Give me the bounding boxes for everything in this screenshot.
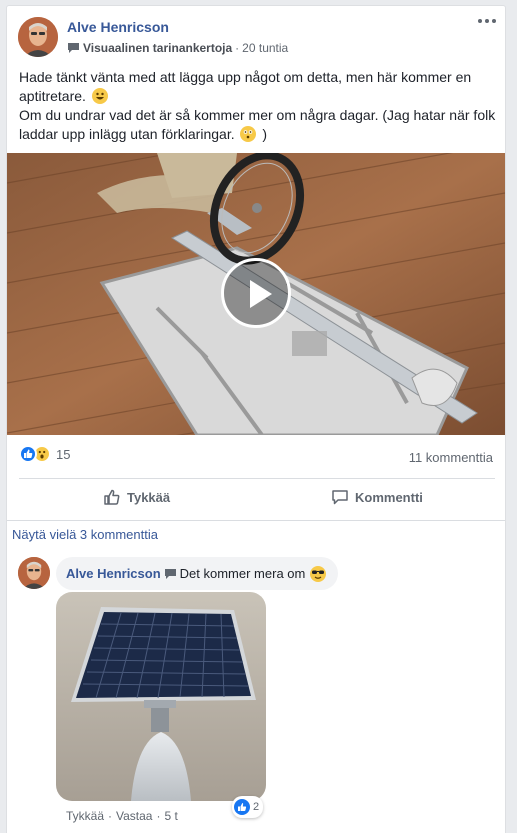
actions-divider-top xyxy=(19,478,495,479)
actions-divider-bottom xyxy=(7,520,505,521)
badge-icon xyxy=(164,568,176,579)
solar-panel-photo xyxy=(56,592,266,801)
post-video[interactable] xyxy=(7,153,505,435)
badge-icon xyxy=(68,43,79,53)
post-meta: Visuaalinen tarinankertoja · 20 tuntia xyxy=(67,41,288,55)
thumbs-up-icon xyxy=(104,489,120,505)
comment-time[interactable]: 5 t xyxy=(164,809,177,823)
author-avatar[interactable] xyxy=(18,17,58,57)
grinning-emoji-icon xyxy=(91,88,108,104)
like-reaction-icon xyxy=(19,445,37,463)
reaction-count: 15 xyxy=(56,446,71,462)
like-button[interactable]: Tykkää xyxy=(103,488,170,506)
post-time[interactable]: 20 tuntia xyxy=(242,41,288,55)
comment-button[interactable]: Kommentti xyxy=(331,488,423,506)
comment-bubble: Alve Henricson Det kommer mera om xyxy=(56,557,339,590)
post-text: Hade tänkt vänta med att lägga upp något… xyxy=(19,68,499,144)
post-text-line2: Om du undrar vad det är så kommer mer om… xyxy=(19,107,496,142)
more-options-icon[interactable] xyxy=(478,16,496,26)
view-more-comments-link[interactable]: Näytä vielä 3 kommenttia xyxy=(12,527,158,542)
like-button-label: Tykkää xyxy=(127,489,171,505)
commenter-avatar[interactable] xyxy=(18,557,50,589)
meta-separator: · xyxy=(235,41,240,55)
comment-button-label: Kommentti xyxy=(355,489,423,505)
post-text-line2-end: ) xyxy=(262,126,268,142)
sunglasses-emoji-icon xyxy=(310,565,327,582)
flushed-emoji-icon xyxy=(240,126,257,142)
comment-like-link[interactable]: Tykkää xyxy=(66,809,104,823)
comment-author[interactable]: Alve Henricson xyxy=(66,566,161,581)
comment-text: Det kommer mera om xyxy=(179,566,306,581)
comment-count[interactable]: 11 kommenttia xyxy=(409,450,493,465)
comment-reaction-count: 2 xyxy=(253,801,260,813)
comment-actions-separator: · xyxy=(108,809,113,823)
comment-icon xyxy=(332,490,348,505)
comment-actions-separator: · xyxy=(156,809,161,823)
post-author-name[interactable]: Alve Henricson xyxy=(67,19,169,35)
comment-reply-link[interactable]: Vastaa xyxy=(116,809,152,823)
play-icon[interactable] xyxy=(221,258,291,328)
like-reaction-icon xyxy=(234,799,250,815)
reaction-summary[interactable]: 15 xyxy=(19,445,70,463)
comment-reaction[interactable]: 2 xyxy=(232,796,264,818)
post-text-line1: Hade tänkt vänta med att lägga upp något… xyxy=(19,69,472,104)
comment-photo[interactable] xyxy=(56,592,266,801)
group-badge[interactable]: Visuaalinen tarinankertoja xyxy=(83,41,232,55)
comment-actions: Tykkää · Vastaa · 5 t xyxy=(66,809,178,823)
